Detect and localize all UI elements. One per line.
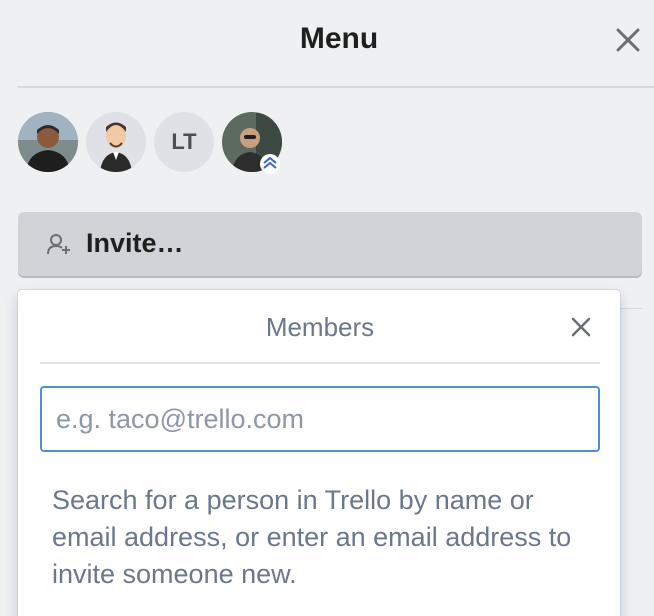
- member-avatar-initials[interactable]: LT: [154, 112, 214, 172]
- search-helper-text: Search for a person in Trello by name or…: [52, 485, 572, 589]
- members-popover: Members Search for a person in Trello by…: [18, 290, 620, 616]
- popover-header: Members: [40, 290, 600, 364]
- menu-header: Menu: [18, 0, 654, 88]
- member-cartoon-icon: [86, 112, 146, 172]
- menu-divider: [620, 308, 642, 309]
- popover-title: Members: [265, 312, 375, 342]
- menu-title: Menu: [299, 22, 379, 55]
- close-icon[interactable]: [570, 316, 592, 338]
- member-avatar[interactable]: [86, 112, 146, 172]
- invite-button[interactable]: Invite…: [18, 212, 642, 276]
- invite-button-label: Invite…: [86, 228, 184, 258]
- member-search-input[interactable]: [40, 386, 600, 452]
- member-photo-icon: [18, 112, 78, 172]
- add-user-icon: [46, 232, 72, 256]
- admin-chevron-icon: [259, 153, 281, 175]
- close-icon[interactable]: [612, 24, 644, 56]
- member-avatar[interactable]: [18, 112, 78, 172]
- board-menu-panel: Menu LT Invite… Members e.g. taco@trello…: [0, 0, 654, 616]
